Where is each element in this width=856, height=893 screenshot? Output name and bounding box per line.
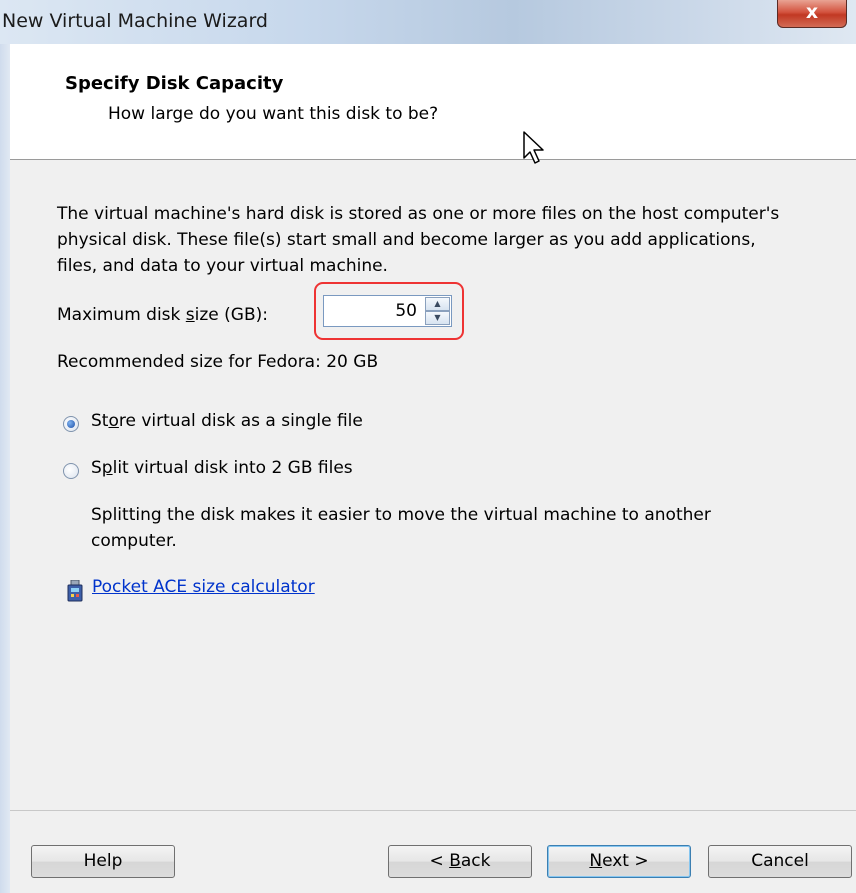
max-disk-size-label: Maximum disk size (GB): [57,305,268,325]
window-title: New Virtual Machine Wizard [2,10,268,32]
single-file-label[interactable]: Store virtual disk as a single file [91,411,363,431]
back-label-part: < [429,851,450,871]
max-disk-size-stepper[interactable]: 50 ▲ ▼ [323,295,452,327]
next-label-part: ext > [602,851,649,871]
split-description: Splitting the disk makes it easier to mo… [91,505,711,551]
back-button[interactable]: < Back [388,845,532,878]
split-files-label-part: S [91,458,102,478]
close-button[interactable]: x [777,0,847,28]
split-files-label-part: lit virtual disk into 2 GB files [112,458,353,478]
wizard-content: The virtual machine's hard disk is store… [10,160,856,893]
max-disk-label-part: Maximum disk [57,305,186,325]
single-file-label-part: St [91,411,109,431]
page-subtitle: How large do you want this disk to be? [108,104,439,124]
split-files-radio[interactable] [63,463,79,479]
stepper-up-icon[interactable]: ▲ [425,297,450,311]
max-disk-label-accel: s [185,305,195,325]
cancel-button[interactable]: Cancel [708,845,852,878]
help-button[interactable]: Help [31,845,175,878]
page-title: Specify Disk Capacity [65,73,284,94]
usb-drive-icon [67,580,83,602]
disk-description: The virtual machine's hard disk is store… [57,204,780,276]
next-label-accel: N [589,851,603,871]
single-file-label-part: re virtual disk as a single file [118,411,363,431]
split-files-label[interactable]: Split virtual disk into 2 GB files [91,458,353,478]
single-file-label-accel: o [108,411,119,431]
window-left-frame [0,44,10,893]
max-disk-size-value[interactable]: 50 [395,301,417,321]
back-label-part: ack [460,851,491,871]
footer-divider [10,810,856,811]
max-disk-label-part: ize (GB): [194,305,268,325]
wizard-header: Specify Disk Capacity How large do you w… [10,44,856,160]
split-files-label-accel: p [101,458,113,478]
recommended-size: Recommended size for Fedora: 20 GB [57,352,379,372]
radio-selected-dot [67,420,75,428]
pocket-ace-calculator-link[interactable]: Pocket ACE size calculator [92,577,315,597]
next-button[interactable]: Next > [547,845,691,878]
single-file-radio[interactable] [63,416,79,432]
title-bar: New Virtual Machine Wizard x [0,0,856,44]
back-label-accel: B [449,851,461,871]
stepper-down-icon[interactable]: ▼ [425,311,450,325]
stepper-arrows: ▲ ▼ [425,297,450,325]
